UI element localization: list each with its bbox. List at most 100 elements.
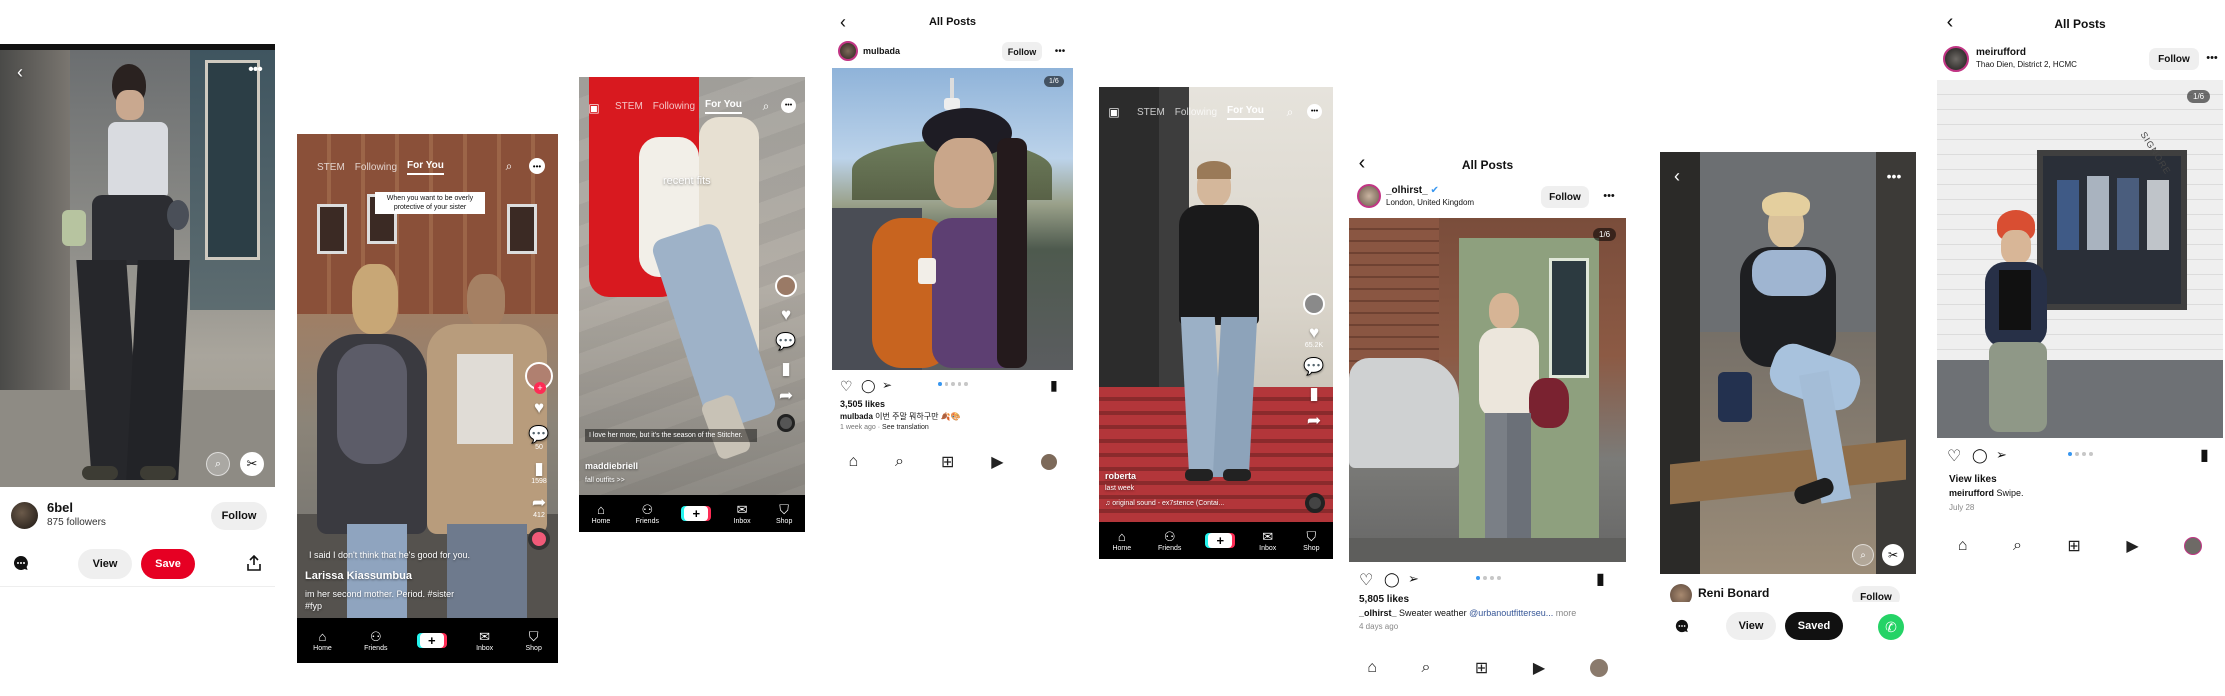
tab-following[interactable]: Following xyxy=(1175,107,1217,118)
back-icon[interactable]: ‹ xyxy=(12,62,28,82)
bookmark-icon[interactable]: ▮ xyxy=(1309,385,1318,403)
live-icon[interactable]: ••• xyxy=(1307,104,1322,119)
like-icon[interactable]: ♥ xyxy=(534,399,544,417)
profile-avatar[interactable] xyxy=(2184,537,2203,555)
video-frame[interactable] xyxy=(1099,87,1333,522)
tab-following[interactable]: Following xyxy=(653,101,695,112)
location[interactable]: London, United Kingdom xyxy=(1386,198,1474,207)
more-link[interactable]: more xyxy=(1556,608,1577,618)
caption-mention[interactable]: @urbanoutfitterseu... xyxy=(1469,608,1553,618)
new-post-icon[interactable]: ⊞ xyxy=(941,452,954,472)
location[interactable]: Thao Dien, District 2, HCMC xyxy=(1976,60,2077,69)
creator-name[interactable]: Larissa Kiassumbua xyxy=(305,570,412,582)
bookmark-icon[interactable]: ▮ xyxy=(1596,569,1605,589)
search-icon[interactable]: ⌕ xyxy=(1421,659,1430,677)
comment-icon[interactable] xyxy=(12,554,30,572)
save-button[interactable]: Save xyxy=(141,549,195,579)
username-text[interactable]: _olhirst_ xyxy=(1386,185,1428,196)
hashtag[interactable]: #fyp xyxy=(305,601,322,611)
creator-avatar[interactable] xyxy=(1303,293,1325,315)
nav-inbox[interactable]: ✉ Inbox xyxy=(1259,530,1276,552)
tab-stem[interactable]: STEM xyxy=(317,162,345,173)
nav-home[interactable]: ⌂ Home xyxy=(313,630,332,652)
live-tv-icon[interactable]: ▣ xyxy=(587,101,601,115)
home-icon[interactable]: ⌂ xyxy=(848,453,858,471)
follow-button[interactable]: Follow xyxy=(211,502,267,530)
tab-for-you[interactable]: For You xyxy=(407,160,444,175)
comment-icon[interactable]: 💬 xyxy=(775,333,796,351)
music-disc-icon[interactable] xyxy=(777,414,795,432)
view-likes-link[interactable]: View likes xyxy=(1949,474,1997,485)
scissors-icon[interactable]: ✂ xyxy=(1882,544,1904,566)
author-avatar[interactable] xyxy=(11,502,38,529)
whatsapp-icon[interactable]: ✆ xyxy=(1878,614,1904,640)
nav-home[interactable]: ⌂ Home xyxy=(1112,530,1131,552)
view-button[interactable]: View xyxy=(78,549,132,579)
comment-icon[interactable]: 💬 xyxy=(528,426,549,444)
author-name[interactable]: 6bel xyxy=(47,500,73,515)
music-disc-icon[interactable] xyxy=(528,528,550,550)
avatar[interactable] xyxy=(1357,184,1381,208)
creator-avatar[interactable]: + xyxy=(525,362,553,394)
profile-avatar[interactable] xyxy=(1589,659,1608,677)
username[interactable]: meirufford xyxy=(1976,47,2026,58)
pin-image[interactable] xyxy=(0,50,275,487)
nav-inbox[interactable]: ✉ Inbox xyxy=(476,630,493,652)
comment-icon[interactable] xyxy=(1674,618,1690,634)
more-icon[interactable]: ••• xyxy=(1052,44,1068,58)
comment-icon[interactable]: 💬 xyxy=(1303,358,1324,376)
more-icon[interactable]: ••• xyxy=(1600,190,1618,202)
caption-username[interactable]: meirufford xyxy=(1949,488,1994,498)
visual-search-icon[interactable]: ⌕ xyxy=(1852,544,1874,566)
home-icon[interactable]: ⌂ xyxy=(1367,659,1377,677)
post-image[interactable]: 1/6 xyxy=(832,68,1073,370)
tab-for-you[interactable]: For You xyxy=(1227,105,1264,120)
nav-create[interactable]: + xyxy=(1208,533,1233,548)
username[interactable]: mulbada xyxy=(863,46,900,56)
visual-search-icon[interactable]: ⌕ xyxy=(206,452,230,476)
reels-icon[interactable]: ▶ xyxy=(2126,536,2138,556)
new-post-icon[interactable]: ⊞ xyxy=(1475,658,1488,678)
like-icon[interactable]: ♥ xyxy=(781,306,791,324)
bookmark-icon[interactable]: ▮ xyxy=(781,360,790,378)
share-icon[interactable]: ➦ xyxy=(1307,412,1321,430)
nav-shop[interactable]: ⛉ Shop xyxy=(776,503,792,525)
music-disc-icon[interactable] xyxy=(1305,493,1325,513)
username[interactable]: _olhirst_ ✔ xyxy=(1386,185,1439,196)
saved-button[interactable]: Saved xyxy=(1785,612,1843,640)
nav-friends[interactable]: ⚇ Friends xyxy=(1158,530,1181,552)
view-button[interactable]: View xyxy=(1726,612,1776,640)
follow-button[interactable]: Follow xyxy=(1002,42,1042,61)
nav-friends[interactable]: ⚇ Friends xyxy=(364,630,387,652)
share-icon[interactable] xyxy=(246,554,262,572)
sound-label[interactable]: ♫ original sound - ex7stence (Contai... xyxy=(1105,500,1224,507)
creator-name[interactable]: roberta xyxy=(1105,471,1136,481)
new-post-icon[interactable]: ⊞ xyxy=(2067,536,2080,556)
nav-home[interactable]: ⌂ Home xyxy=(592,503,611,525)
follow-button[interactable]: Follow xyxy=(1541,186,1589,208)
search-icon[interactable]: ⌕ xyxy=(759,99,773,113)
search-icon[interactable]: ⌕ xyxy=(895,453,904,471)
tab-for-you[interactable]: For You xyxy=(705,99,742,114)
nav-inbox[interactable]: ✉ Inbox xyxy=(734,503,751,525)
like-count[interactable]: 5,805 likes xyxy=(1359,594,1409,605)
follow-button[interactable]: Follow xyxy=(2149,48,2199,70)
scissors-icon[interactable]: ✂ xyxy=(240,452,264,476)
post-image[interactable]: SIGNORE 1/6 xyxy=(1937,80,2223,438)
back-icon[interactable]: ‹ xyxy=(1670,166,1684,186)
tab-stem[interactable]: STEM xyxy=(1137,107,1165,118)
comment-icon[interactable]: ◯ xyxy=(861,378,876,394)
like-icon[interactable]: ♡ xyxy=(1359,570,1373,590)
more-icon[interactable]: ••• xyxy=(244,61,266,78)
reels-icon[interactable]: ▶ xyxy=(1533,658,1545,678)
avatar[interactable] xyxy=(838,41,858,61)
see-translation-link[interactable]: See translation xyxy=(882,424,929,431)
send-icon[interactable]: ➢ xyxy=(1408,571,1419,587)
search-icon[interactable]: ⌕ xyxy=(2013,537,2022,555)
nav-create[interactable]: + xyxy=(684,506,709,521)
more-icon[interactable]: ••• xyxy=(2203,52,2221,64)
like-icon[interactable]: ♥ xyxy=(1309,324,1319,342)
live-icon[interactable]: ••• xyxy=(529,158,545,174)
search-icon[interactable]: ⌕ xyxy=(502,159,516,173)
like-icon[interactable]: ♡ xyxy=(1947,446,1961,466)
